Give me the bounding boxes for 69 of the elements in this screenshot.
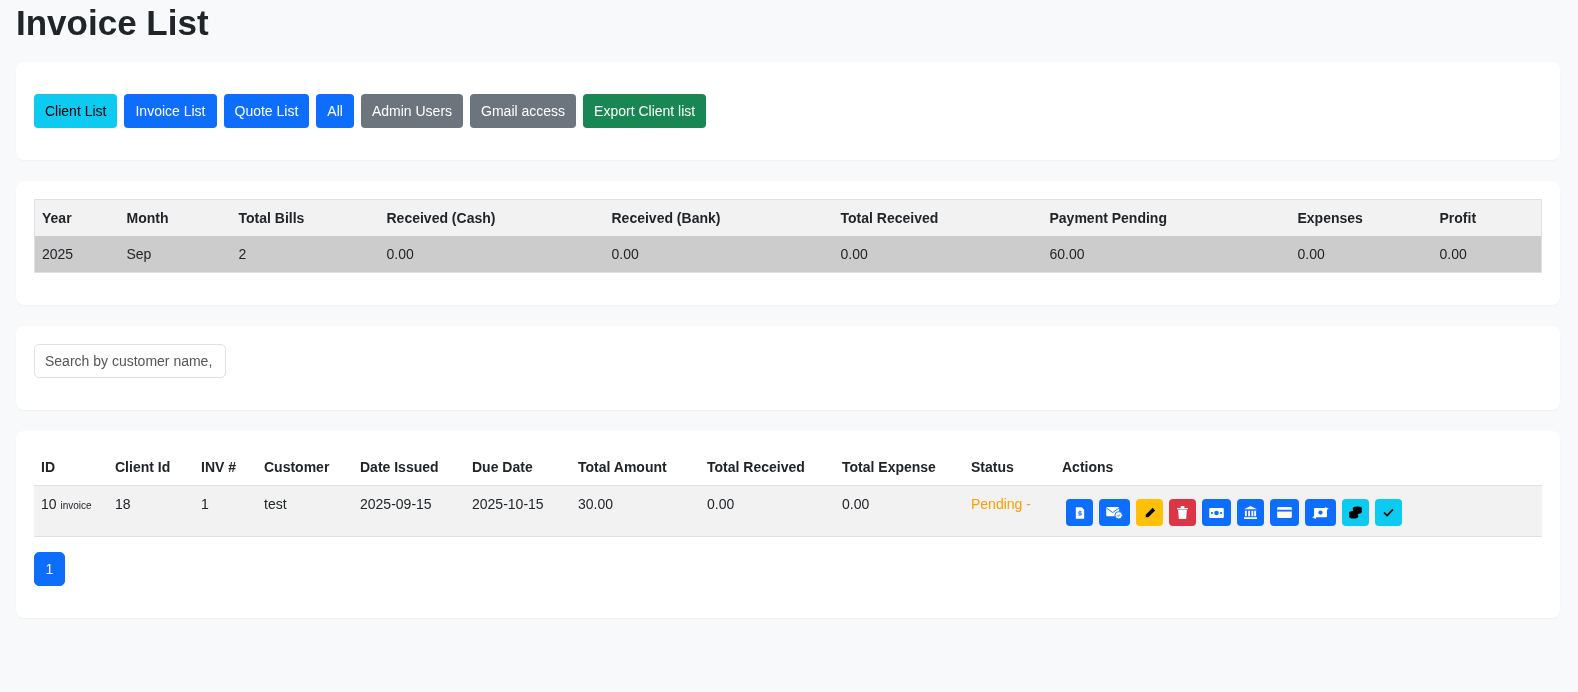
invoice-icon [1074, 506, 1085, 519]
email-button[interactable] [1099, 499, 1130, 526]
invoice-button[interactable] [1066, 499, 1093, 526]
nav-button[interactable]: Export Client list [583, 94, 707, 128]
coins-button[interactable] [1342, 499, 1369, 526]
table-cell: test [257, 485, 353, 537]
column-header: Due Date [465, 449, 571, 486]
delete-button[interactable] [1169, 499, 1196, 526]
table-cell: 1 [194, 485, 257, 537]
column-header: Client Id [108, 449, 194, 486]
column-header: Total Bills [231, 199, 380, 236]
table-cell: 0.00 [379, 236, 605, 273]
column-header: Payment Pending [1042, 199, 1291, 236]
cash-button[interactable] [1202, 499, 1231, 526]
bank-icon [1244, 506, 1257, 519]
column-header: Date Issued [353, 449, 465, 486]
column-header: Received (Cash) [379, 199, 605, 236]
column-header: Total Received [833, 199, 1043, 236]
table-cell: 0.00 [1432, 236, 1542, 273]
table-cell: 2025-09-15 [353, 485, 465, 537]
money-exchange-icon [1312, 506, 1329, 519]
card-button[interactable] [1270, 499, 1299, 526]
column-header: Total Received [700, 449, 835, 486]
table-cell: 10 [41, 496, 57, 512]
nav-button[interactable]: Admin Users [360, 94, 464, 128]
table-cell: 60.00 [1042, 236, 1291, 273]
nav-button[interactable]: All [316, 94, 354, 128]
search-field[interactable]: Search by customer name, [34, 344, 226, 378]
page-button[interactable]: 1 [34, 552, 65, 586]
column-header: Profit [1432, 199, 1542, 236]
nav-button[interactable]: Quote List [223, 94, 310, 128]
table-cell: Sep [119, 236, 232, 273]
credit-card-icon [1277, 507, 1292, 518]
column-header: Customer [257, 449, 353, 486]
banknote-icon [1209, 507, 1224, 518]
transfer-button[interactable] [1305, 499, 1336, 526]
nav-button[interactable]: Invoice List [124, 94, 217, 128]
page-title: Invoice List [16, 2, 210, 44]
table-cell: 0.00 [1290, 236, 1433, 273]
confirm-button[interactable] [1375, 499, 1402, 526]
table-cell: 0.00 [833, 236, 1043, 273]
column-header: ID [34, 449, 108, 486]
pencil-icon [1143, 506, 1156, 519]
trash-icon [1177, 506, 1188, 519]
nav-button[interactable]: Client List [34, 94, 118, 128]
edit-button[interactable] [1136, 499, 1163, 526]
table-cell: 30.00 [571, 485, 700, 537]
column-header: Status [964, 449, 1055, 486]
table-cell: 2025-10-15 [465, 485, 571, 537]
column-header: Year [34, 199, 120, 236]
table-cell: 0.00 [700, 485, 835, 537]
nav-button[interactable]: Gmail access [470, 94, 577, 128]
column-header: Total Amount [571, 449, 700, 486]
table-cell: 0.00 [604, 236, 834, 273]
column-header: Month [119, 199, 232, 236]
table-cell: 2 [231, 236, 380, 273]
column-header: Total Expense [835, 449, 964, 486]
type-tag: invoice [60, 500, 92, 511]
status-text: Pending - [971, 496, 1031, 512]
column-header: Received (Bank) [604, 199, 834, 236]
bank-button[interactable] [1237, 499, 1264, 526]
checkmark-icon [1383, 508, 1394, 517]
column-header: Expenses [1290, 199, 1433, 236]
table-cell: 2025 [34, 236, 120, 273]
table-cell: 0.00 [835, 485, 964, 537]
table-cell: 18 [108, 485, 194, 537]
column-header: INV # [194, 449, 257, 486]
envelope-check-icon [1106, 506, 1123, 519]
column-header: Actions [1055, 449, 1542, 486]
